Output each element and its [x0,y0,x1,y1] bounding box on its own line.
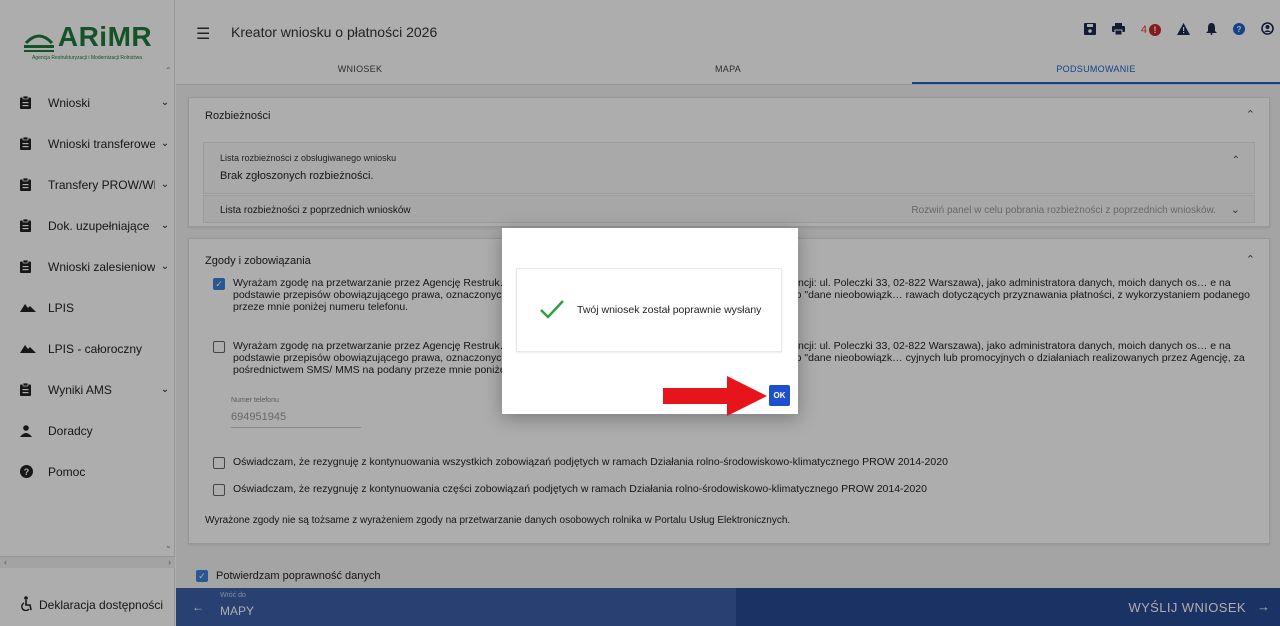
ok-button[interactable]: OK [769,385,790,406]
checkmark-icon [539,299,565,322]
red-arrow-annotation-icon [663,376,767,416]
success-message: Twój wniosek został poprawnie wysłany [577,304,762,316]
success-message-box: Twój wniosek został poprawnie wysłany [516,268,782,352]
